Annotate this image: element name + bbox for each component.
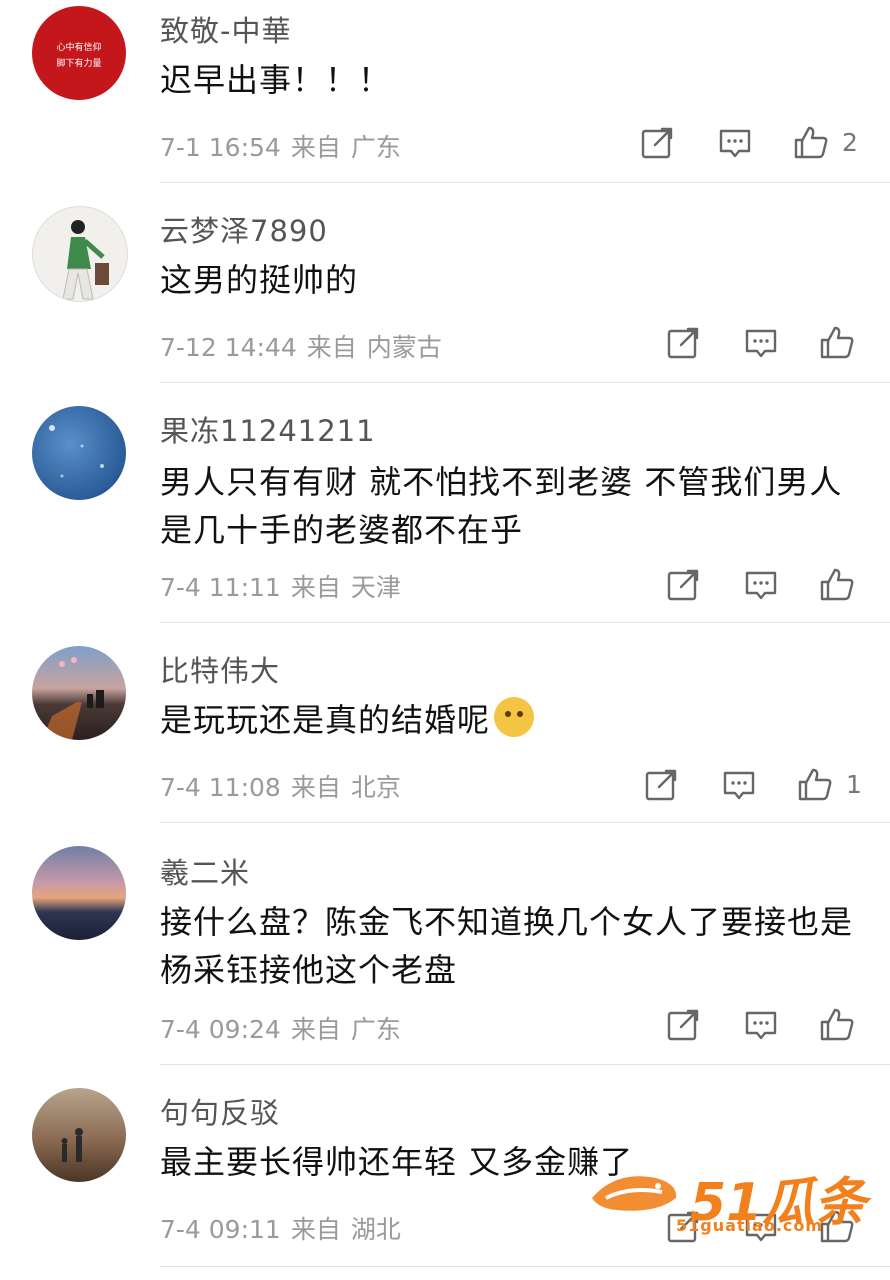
avatar[interactable] bbox=[32, 406, 126, 500]
avatar[interactable] bbox=[32, 646, 126, 740]
comment-icon[interactable] bbox=[716, 124, 754, 162]
comment-location: 广东 bbox=[350, 1015, 401, 1044]
comment-from: 来自 bbox=[306, 333, 357, 362]
avatar-text: 脚下有力量 bbox=[56, 59, 102, 69]
avatar[interactable] bbox=[32, 206, 128, 302]
avatar-illustration bbox=[49, 425, 104, 478]
comment-text: 是玩玩还是真的结婚呢 bbox=[160, 696, 860, 744]
comment-meta: 7-1 16:54 来自 广东 bbox=[160, 128, 411, 164]
divider bbox=[160, 182, 890, 183]
thumbs-up-icon[interactable] bbox=[796, 766, 834, 804]
comment-username[interactable]: 云梦泽7890 bbox=[160, 208, 328, 250]
watermark-logo-icon bbox=[592, 1176, 677, 1211]
comment-from: 来自 bbox=[290, 1215, 341, 1244]
divider bbox=[160, 1266, 890, 1267]
avatar-illustration bbox=[62, 220, 109, 300]
comment-username[interactable]: 比特伟大 bbox=[160, 648, 280, 690]
share-icon[interactable] bbox=[664, 1006, 702, 1044]
comment-time: 7-4 11:08 bbox=[160, 773, 281, 802]
comment-location: 北京 bbox=[350, 773, 401, 802]
comment-icon[interactable] bbox=[720, 766, 758, 804]
comment-text: 迟早出事！！！ bbox=[160, 61, 392, 99]
comment-time: 7-1 16:54 bbox=[160, 133, 281, 162]
thumbs-up-icon[interactable] bbox=[818, 1006, 856, 1044]
comment-text: 这男的挺帅的 bbox=[160, 261, 359, 299]
comment-meta: 7-4 09:11 来自 湖北 bbox=[160, 1210, 411, 1246]
comment-username[interactable]: 果冻11241211 bbox=[160, 408, 376, 450]
like-count: 1 bbox=[846, 770, 862, 799]
comment-time: 7-4 09:11 bbox=[160, 1215, 281, 1244]
comment-username[interactable]: 致敬-中華 bbox=[160, 8, 291, 50]
comment-username[interactable]: 句句反驳 bbox=[160, 1090, 280, 1132]
divider bbox=[160, 1064, 890, 1065]
watermark: 51瓜条 51guatiao.com bbox=[586, 1160, 866, 1240]
watermark-url: 51guatiao.com bbox=[676, 1216, 824, 1235]
thumbs-up-icon[interactable] bbox=[818, 566, 856, 604]
doge-emoji-icon bbox=[494, 697, 535, 737]
avatar[interactable] bbox=[32, 846, 126, 940]
comment-username[interactable]: 羲二米 bbox=[160, 850, 250, 892]
comment-from: 来自 bbox=[290, 773, 341, 802]
avatar-illustration bbox=[42, 657, 104, 740]
comment-from: 来自 bbox=[290, 133, 341, 162]
comment-time: 7-4 11:11 bbox=[160, 573, 281, 602]
comment-from: 来自 bbox=[290, 1015, 341, 1044]
divider bbox=[160, 822, 890, 823]
comment-from: 来自 bbox=[290, 573, 341, 602]
comment-icon[interactable] bbox=[742, 1006, 780, 1044]
comment-location: 天津 bbox=[350, 573, 401, 602]
comment-icon[interactable] bbox=[742, 324, 780, 362]
divider bbox=[160, 622, 890, 623]
comment-location: 内蒙古 bbox=[366, 333, 442, 362]
comment-time: 7-4 09:24 bbox=[160, 1015, 281, 1044]
comment-meta: 7-4 09:24 来自 广东 bbox=[160, 1010, 411, 1046]
avatar-text: 心中有信仰 bbox=[56, 43, 102, 53]
share-icon[interactable] bbox=[642, 766, 680, 804]
comment-time: 7-12 14:44 bbox=[160, 333, 297, 362]
share-icon[interactable] bbox=[664, 566, 702, 604]
comment-text-body: 是玩玩还是真的结婚呢 bbox=[160, 701, 491, 739]
share-icon[interactable] bbox=[638, 124, 676, 162]
avatar-illustration bbox=[61, 1128, 83, 1162]
share-icon[interactable] bbox=[664, 324, 702, 362]
divider bbox=[160, 382, 890, 383]
comment-meta: 7-4 11:11 来自 天津 bbox=[160, 568, 411, 604]
comment-location: 广东 bbox=[350, 133, 401, 162]
comment-meta: 7-12 14:44 来自 内蒙古 bbox=[160, 328, 452, 364]
thumbs-up-icon[interactable] bbox=[792, 124, 830, 162]
like-count: 2 bbox=[842, 128, 858, 157]
comment-icon[interactable] bbox=[742, 566, 780, 604]
avatar[interactable] bbox=[32, 1088, 126, 1182]
comment-text: 接什么盘？陈金飞不知道换几个女人了要接也是杨采钰接他这个老盘 bbox=[160, 903, 854, 989]
comment-text: 男人只有有财 就不怕找不到老婆 不管我们男人是几十手的老婆都不在乎 bbox=[160, 463, 843, 549]
comment-meta: 7-4 11:08 来自 北京 bbox=[160, 768, 411, 804]
comment-location: 湖北 bbox=[350, 1215, 401, 1244]
avatar[interactable]: 心中有信仰 脚下有力量 bbox=[32, 6, 126, 100]
thumbs-up-icon[interactable] bbox=[818, 324, 856, 362]
